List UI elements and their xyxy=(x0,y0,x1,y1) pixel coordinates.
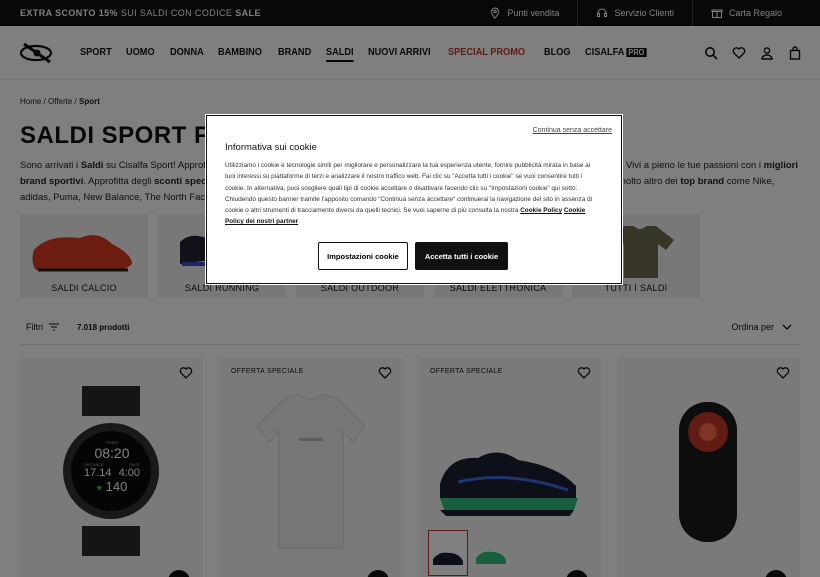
cookie-policy-link[interactable]: Cookie Policy xyxy=(520,207,562,214)
cookie-consent-dialog: Continua senza accettare Informativa sui… xyxy=(206,115,622,284)
cookie-settings-button[interactable]: Impostazioni cookie xyxy=(318,242,408,270)
accept-all-cookies-button[interactable]: Accetta tutti i cookie xyxy=(415,242,508,270)
continue-without-accepting-link[interactable]: Continua senza accettare xyxy=(533,127,612,134)
cookie-dialog-text: Utilizziamo i cookie e tecnologie simili… xyxy=(225,160,597,228)
modal-backdrop xyxy=(0,0,820,577)
cookie-dialog-title: Informativa sui cookie xyxy=(225,142,317,153)
